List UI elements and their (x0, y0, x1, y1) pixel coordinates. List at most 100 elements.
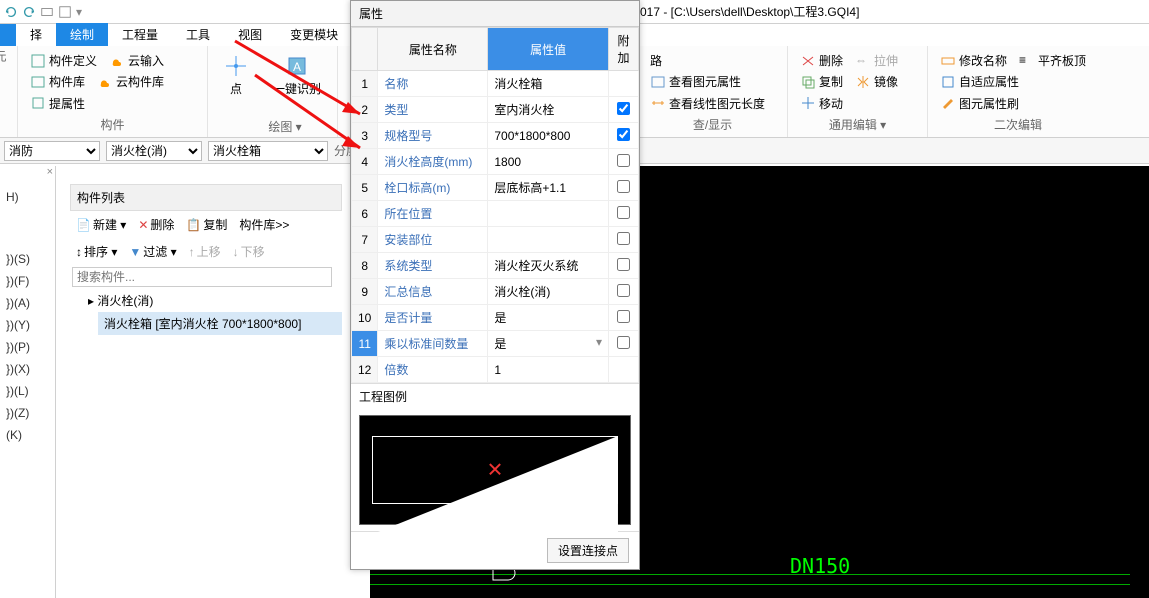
tab-view[interactable]: 视图 (224, 23, 276, 46)
btn-lib[interactable]: 构件库 (26, 71, 89, 92)
search-input[interactable] (72, 267, 332, 287)
prop-row[interactable]: 2类型室内消火栓 (352, 97, 639, 123)
btn-new[interactable]: 📄新建 ▾ (72, 215, 130, 234)
btn-move[interactable]: 移动 (796, 93, 847, 114)
tree-node[interactable]: ▸ 消火栓(消) (70, 289, 342, 312)
prop-checkbox[interactable] (617, 336, 630, 349)
col-value[interactable]: 属性值 (488, 28, 609, 71)
prop-value[interactable] (488, 227, 609, 253)
prop-row[interactable]: 1名称消火栓箱 (352, 71, 639, 97)
btn-route[interactable]: 路 (646, 50, 779, 71)
undo-icon[interactable] (4, 5, 18, 19)
prop-value[interactable]: 1800 (488, 149, 609, 175)
prop-value[interactable]: 消火栓灭火系统 (488, 253, 609, 279)
prop-checkbox[interactable] (617, 128, 630, 141)
floor-Y[interactable]: })(Y) (0, 314, 55, 336)
btn-sort[interactable]: ↕排序 ▾ (72, 242, 121, 261)
btn-extract-prop[interactable]: 提属性 (26, 93, 89, 114)
prop-checkbox[interactable] (617, 232, 630, 245)
btn-adaptive[interactable]: 自适应属性 (936, 71, 1100, 92)
prop-value[interactable]: 是 (488, 305, 609, 331)
prop-value[interactable]: 室内消火栓 (488, 97, 609, 123)
prop-row[interactable]: 3规格型号700*1800*800 (352, 123, 639, 149)
prop-extra[interactable] (609, 97, 639, 123)
redo-icon[interactable] (22, 5, 36, 19)
floor-A[interactable]: })(A) (0, 292, 55, 314)
close-icon[interactable]: × (47, 166, 53, 178)
prop-row[interactable]: 12倍数1 (352, 357, 639, 383)
prop-extra[interactable] (609, 227, 639, 253)
select-category[interactable]: 消防 (4, 141, 100, 161)
prop-extra[interactable] (609, 149, 639, 175)
btn-copy[interactable]: 复制 (796, 71, 847, 92)
floor-H[interactable]: H) (0, 186, 55, 208)
prop-checkbox[interactable] (617, 284, 630, 297)
prop-row[interactable]: 10是否计量是 (352, 305, 639, 331)
btn-define[interactable]: 构件定义 (26, 50, 101, 71)
btn-auto-recognize[interactable]: A 一键识别 (265, 50, 329, 101)
prop-checkbox[interactable] (617, 154, 630, 167)
btn-rename[interactable]: 修改名称 (936, 50, 1011, 71)
prop-value[interactable]: 层底标高+1.1 (488, 175, 609, 201)
select-type[interactable]: 消火栓(消) (106, 141, 202, 161)
btn-delete[interactable]: 删除 (796, 50, 847, 71)
prop-checkbox[interactable] (617, 206, 630, 219)
prop-extra[interactable] (609, 279, 639, 305)
col-extra[interactable]: 附加 (609, 28, 639, 71)
floor-P[interactable]: })(P) (0, 336, 55, 358)
btn-prop-brush[interactable]: 图元属性刷 (936, 93, 1100, 114)
floor-X[interactable]: })(X) (0, 358, 55, 380)
select-subtype[interactable]: 消火栓箱 (208, 141, 328, 161)
btn-filter[interactable]: ▼过滤 ▾ (125, 242, 180, 261)
btn-view-props[interactable]: 查看图元属性 (646, 71, 779, 92)
btn-cloud-lib[interactable]: 云构件库 (93, 71, 168, 92)
prop-value[interactable] (488, 201, 609, 227)
prop-row[interactable]: 11乘以标准间数量是 ▾ (352, 331, 639, 357)
prop-value[interactable]: 700*1800*800 (488, 123, 609, 149)
prop-row[interactable]: 4消火栓高度(mm)1800 (352, 149, 639, 175)
btn-cloud-in[interactable]: 云输入 (105, 50, 168, 71)
prop-checkbox[interactable] (617, 180, 630, 193)
prop-row[interactable]: 5栓口标高(m)层底标高+1.1 (352, 175, 639, 201)
btn-copy2[interactable]: 📋复制 (182, 215, 231, 234)
prop-extra[interactable] (609, 201, 639, 227)
prop-extra[interactable] (609, 357, 639, 383)
prop-checkbox[interactable] (617, 102, 630, 115)
prop-value[interactable]: 消火栓箱 (488, 71, 609, 97)
prop-row[interactable]: 6所在位置 (352, 201, 639, 227)
prop-row[interactable]: 8系统类型消火栓灭火系统 (352, 253, 639, 279)
floor-F[interactable]: })(F) (0, 270, 55, 292)
prop-extra[interactable] (609, 253, 639, 279)
btn-level-top[interactable]: ≡平齐板顶 (1015, 50, 1090, 71)
btn-point[interactable]: 点 (216, 50, 256, 101)
floor-L[interactable]: })(L) (0, 380, 55, 402)
col-name[interactable]: 属性名称 (378, 28, 488, 71)
tab-draw[interactable]: 绘制 (56, 23, 108, 46)
floor-K[interactable]: (K) (0, 424, 55, 446)
tab-tools[interactable]: 工具 (172, 23, 224, 46)
prop-row[interactable]: 9汇总信息消火栓(消) (352, 279, 639, 305)
tab-quantity[interactable]: 工程量 (108, 23, 172, 46)
prop-extra[interactable] (609, 123, 639, 149)
prop-extra[interactable] (609, 175, 639, 201)
prop-value[interactable]: 是 ▾ (488, 331, 609, 357)
collapse-icon[interactable] (40, 5, 54, 19)
prop-extra[interactable] (609, 331, 639, 357)
floor-Z[interactable]: })(Z) (0, 402, 55, 424)
prop-value[interactable]: 1 (488, 357, 609, 383)
btn-del[interactable]: ✕删除 (134, 215, 178, 234)
prop-extra[interactable] (609, 71, 639, 97)
prop-row[interactable]: 7安装部位 (352, 227, 639, 253)
btn-set-connection[interactable]: 设置连接点 (547, 538, 629, 563)
floor-S[interactable]: })(S) (0, 248, 55, 270)
btn-view-length[interactable]: 查看线性图元长度 (646, 93, 779, 114)
tree-child[interactable]: 消火栓箱 [室内消火栓 700*1800*800] (98, 312, 342, 335)
prop-value[interactable]: 消火栓(消) (488, 279, 609, 305)
prop-checkbox[interactable] (617, 258, 630, 271)
prop-extra[interactable] (609, 305, 639, 331)
btn-lib2[interactable]: 构件库>> (235, 215, 293, 234)
tab-changemod[interactable]: 变更模块 (276, 23, 352, 46)
prop-checkbox[interactable] (617, 310, 630, 323)
expand-icon[interactable] (58, 5, 72, 19)
tab-select[interactable]: 择 (16, 23, 56, 46)
